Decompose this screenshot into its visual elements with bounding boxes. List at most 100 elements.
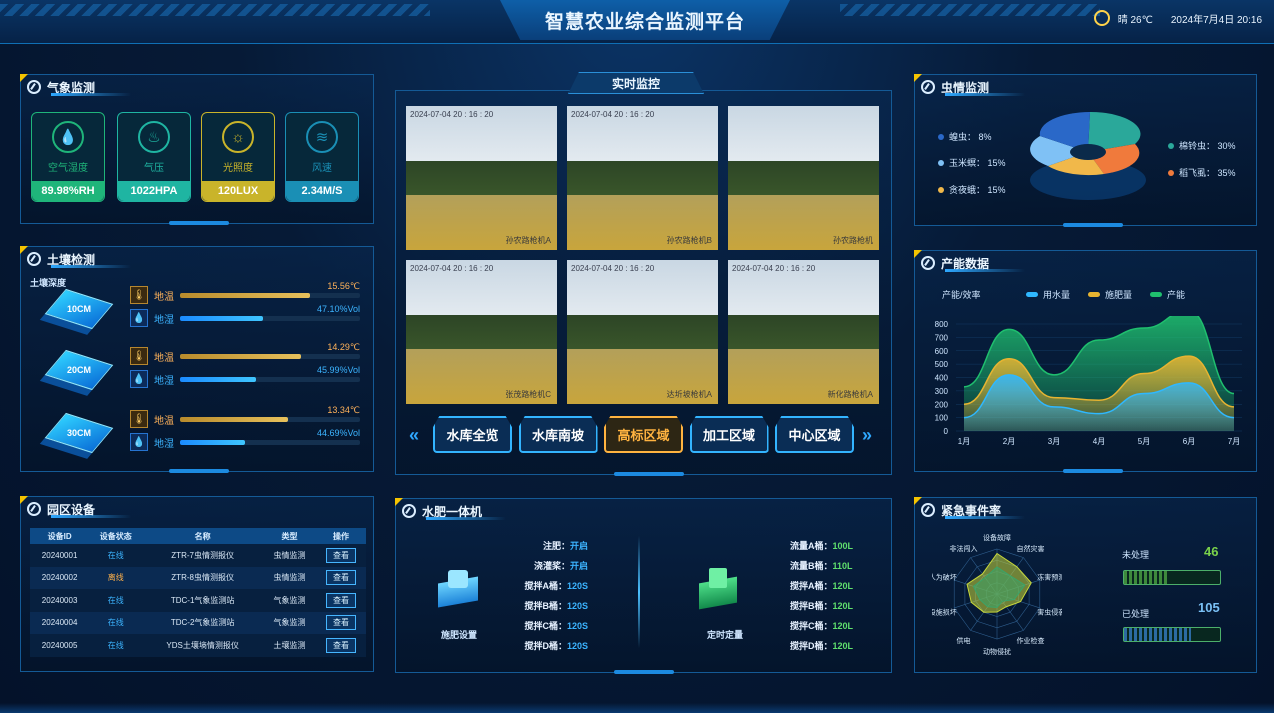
- fertilizer-value: 120S: [566, 581, 588, 591]
- y-tick-label: 300: [935, 387, 949, 396]
- area-tab[interactable]: 高标区域: [604, 416, 683, 453]
- fertilizer-setting-label: 施肥设置: [441, 630, 478, 640]
- area-tab[interactable]: 加工区域: [689, 416, 769, 453]
- soil-bar-track: 44.69%Vol: [180, 428, 360, 445]
- view-button[interactable]: 查看: [326, 547, 357, 563]
- weather-text: 晴 26℃: [1117, 14, 1153, 26]
- camera-name: 达圻坡枪机A: [666, 390, 712, 399]
- y-tick-label: 600: [935, 347, 949, 356]
- camera-feed[interactable]: 2024-07-04 20 : 16 : 20 孙农路枪机B: [567, 106, 718, 250]
- camera-feed[interactable]: 2024-07-04 20 : 16 : 20 新化路枪机A: [728, 260, 879, 404]
- timer-key: 搅拌C桶：: [790, 621, 833, 631]
- weather-card-label: 气压: [144, 163, 164, 174]
- fertilizer-value: 120S: [566, 641, 588, 651]
- cell-status: 在线: [89, 634, 143, 657]
- table-row: 20240001 在线 ZTR-7虫情测报仪 虫情监测 查看: [30, 544, 366, 567]
- camera-timestamp: 2024-07-04 20 : 16 : 20: [410, 264, 494, 273]
- view-button[interactable]: 查看: [326, 615, 357, 631]
- y-tick-label: 100: [935, 414, 949, 423]
- camera-name: 新化路枪机A: [827, 390, 873, 399]
- pest-legend-item: 玉米螟： 15%: [938, 156, 1006, 169]
- cell-type: 气象监测: [262, 589, 317, 612]
- pest-legend-item: 蝗虫： 8%: [938, 130, 992, 143]
- radar-label: 害虫侵袭: [1037, 608, 1062, 617]
- legend-swatch: [1088, 292, 1100, 297]
- page-title: 智慧农业综合监测平台: [500, 0, 790, 40]
- panel-icon: [921, 80, 935, 94]
- chart-legend-item: 用水量: [1026, 288, 1070, 301]
- area-tab[interactable]: 水库全览: [433, 416, 512, 453]
- soil-metric-value: 13.34℃: [327, 405, 360, 415]
- soil-temp-row: 🌡 地温 14.29℃: [130, 342, 360, 365]
- fertilizer-value: 120S: [566, 601, 588, 611]
- fertilizer-item: 注肥：开启: [543, 539, 588, 552]
- table-header: 设备ID: [30, 528, 90, 544]
- table-row: 20240003 在线 TDC-1气象监测站 气象监测 查看: [30, 589, 366, 612]
- view-button[interactable]: 查看: [326, 570, 357, 586]
- camera-timestamp: 2024-07-04 20 : 16 : 20: [410, 110, 494, 119]
- fertilizer-item: 搅拌A桶：120S: [524, 579, 588, 592]
- camera-feed[interactable]: 2024-07-04 20 : 16 : 20 达圻坡枪机A: [567, 260, 718, 404]
- cell-name: TDC-2气象监测站: [142, 611, 263, 634]
- timer-item: 搅拌D桶：120L: [790, 639, 853, 652]
- x-tick-label: 4月: [1093, 437, 1105, 446]
- soil-hum-row: 💧 地湿 45.99%Vol: [130, 365, 360, 388]
- weather-card: 💧 空气湿度 89.98%RH: [31, 112, 105, 202]
- legend-label: 用水量: [1043, 290, 1071, 300]
- handled-bar: [1123, 627, 1221, 642]
- droplet-icon: 💧: [130, 370, 148, 388]
- area-tab[interactable]: 中心区域: [775, 416, 854, 453]
- fertilizer-value: 开启: [569, 561, 588, 571]
- area-tab[interactable]: 水库南坡: [518, 416, 598, 453]
- cell-id: 20240003: [30, 589, 90, 612]
- timer-item: 搅拌C桶：120L: [790, 619, 853, 632]
- legend-label: 稻飞虱： 35%: [1179, 168, 1236, 178]
- camera-feed[interactable]: 2024-07-04 20 : 16 : 20 孙农路枪机A: [406, 106, 557, 250]
- legend-label: 贪夜蛾： 15%: [949, 185, 1006, 195]
- radar-label: 动物侵扰: [983, 647, 1011, 656]
- timer-value: 100L: [832, 541, 854, 551]
- view-button[interactable]: 查看: [326, 592, 357, 608]
- weather-card: ≋ 风速 2.34M/S: [285, 112, 359, 202]
- weather-card-label: 光照度: [223, 163, 253, 174]
- pest-legend-item: 稻飞虱： 35%: [1168, 166, 1236, 179]
- timer-icon: [695, 566, 741, 612]
- radar-label: 非法闯入: [949, 544, 977, 553]
- cell-type: 虫情监测: [262, 544, 317, 567]
- dashboard-root: 智慧农业综合监测平台 晴 26℃ 2024年7月4日 20:16 气象监测 💧 空…: [0, 0, 1274, 713]
- cell-id: 20240004: [30, 611, 90, 634]
- table-row: 20240005 在线 YDS土壤墒情测报仪 土壤监测 查看: [30, 634, 366, 657]
- soil-metric-label: 地湿: [154, 438, 174, 450]
- y-tick-label: 400: [935, 374, 949, 383]
- timer-key: 搅拌A桶：: [790, 581, 833, 591]
- timer-value: 120L: [832, 581, 854, 591]
- cell-status: 离线: [89, 566, 143, 589]
- view-button[interactable]: 查看: [326, 637, 357, 653]
- weather-card-label: 风速: [312, 163, 332, 174]
- soil-depth-text: 20CM: [66, 364, 92, 375]
- timer-key: 流量B桶：: [790, 561, 833, 571]
- fertilizer-key: 搅拌B桶：: [524, 601, 567, 611]
- timer-value: 120L: [832, 621, 854, 631]
- x-tick-label: 2月: [1003, 437, 1015, 446]
- cell-op: 查看: [316, 566, 366, 589]
- soil-metric-value: 45.99%Vol: [316, 365, 360, 375]
- fertilizer-key: 浇灌桨：: [533, 561, 570, 571]
- fertilizer-key: 搅拌A桶：: [524, 581, 567, 591]
- prev-arrow-icon[interactable]: «: [409, 425, 419, 446]
- x-tick-label: 5月: [1138, 437, 1150, 446]
- legend-label: 施肥量: [1105, 290, 1133, 300]
- camera-feed[interactable]: 孙农路枪机: [728, 106, 879, 250]
- sun-icon: [1093, 10, 1110, 26]
- camera-feed[interactable]: 2024-07-04 20 : 16 : 20 张茂路枪机C: [406, 260, 557, 404]
- soil-metric-label: 地湿: [154, 314, 174, 326]
- table-header: 设备状态: [89, 528, 143, 544]
- fertilizer-item: 搅拌C桶：120S: [524, 619, 588, 632]
- soil-metric-label: 地温: [154, 352, 174, 364]
- fertilizer-item: 搅拌B桶：120S: [524, 599, 588, 612]
- legend-label: 产能: [1167, 290, 1186, 300]
- timer-key: 搅拌B桶：: [790, 601, 833, 611]
- handled-count: 105: [1198, 600, 1220, 615]
- next-arrow-icon[interactable]: »: [862, 425, 872, 446]
- weather-card-value: 1022HPA: [118, 181, 190, 201]
